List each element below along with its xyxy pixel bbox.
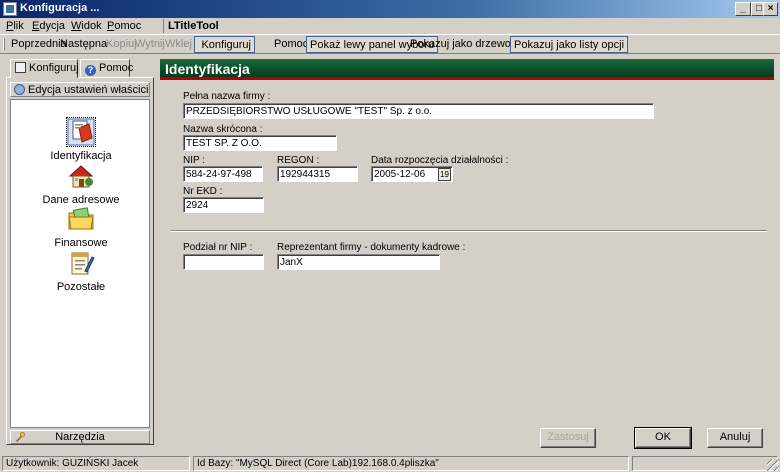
zastosuj-button[interactable]: Zastosuj: [540, 428, 596, 448]
reprezentant-label: Reprezentant firmy - dokumenty kadrowe :: [277, 242, 466, 253]
close-button[interactable]: ×: [763, 2, 778, 16]
menu-pomoc[interactable]: Pomoc: [107, 20, 141, 32]
pelna-nazwa-input[interactable]: [183, 103, 654, 119]
nr-ekd-label: Nr EKD :: [183, 186, 223, 197]
tool-title: LTitleTool: [168, 20, 219, 32]
house-icon: [68, 165, 94, 188]
tab-konfiguruj[interactable]: Konfiguruj: [10, 59, 79, 78]
calendar-icon[interactable]: 19: [438, 168, 451, 181]
minimize-button[interactable]: _: [735, 2, 751, 16]
folder-money-icon: [68, 207, 94, 230]
toolbar-grip[interactable]: [3, 38, 5, 51]
toolbar: Poprzednia Następna Kopiuj Wytnij Wklej …: [0, 34, 780, 54]
status-empty: [632, 456, 778, 471]
menu-bar: Plik Edycja Widok Pomoc LTitleTool: [0, 18, 780, 34]
window-title: Konfiguracja ...: [20, 2, 100, 14]
nav-label-identyfikacja: Identyfikacja: [50, 150, 112, 162]
title-bar[interactable]: Konfiguracja ... _ □ ×: [0, 0, 780, 18]
menu-divider: [163, 19, 164, 33]
nav-item-finansowe[interactable]: Finansowe: [11, 205, 151, 249]
help-icon: ?: [85, 65, 96, 76]
anuluj-button[interactable]: Anuluj: [707, 428, 763, 448]
left-panel: Konfiguruj ? Pomoc Edycja ustawień właści…: [6, 59, 154, 445]
kopiuj-button[interactable]: Kopiuj: [106, 38, 137, 50]
nav-item-pozostale[interactable]: Pozostałe: [11, 249, 151, 293]
ok-button[interactable]: OK: [634, 427, 692, 449]
left-panel-header[interactable]: Edycja ustawień właściciela ...: [10, 82, 150, 97]
nav-label-pozostale: Pozostałe: [56, 281, 106, 293]
status-db: Id Bazy: "MySQL Direct (Core Lab)192.168…: [193, 456, 629, 471]
resize-grip[interactable]: [767, 459, 779, 471]
nip-label: NIP :: [183, 155, 206, 166]
podzial-nip-input[interactable]: [183, 254, 264, 270]
menu-plik[interactable]: Plik: [6, 20, 24, 32]
podzial-nip-label: Podział nr NIP :: [183, 242, 253, 253]
nav-item-dane-adresowe[interactable]: Dane adresowe: [11, 162, 151, 206]
status-user: Użytkownik: GUZIŃSKI Jacek: [2, 456, 190, 471]
pokazuj-listy-button[interactable]: Pokazuj jako listy opcji: [510, 36, 629, 53]
nazwa-skrocona-label: Nazwa skrócona :: [183, 124, 263, 135]
regon-label: REGON :: [277, 155, 320, 166]
poprzednia-button[interactable]: Poprzednia: [11, 38, 67, 50]
data-rozpoczecia-label: Data rozpoczęcia działalności :: [371, 155, 509, 166]
nazwa-skrocona-input[interactable]: [183, 135, 337, 151]
wklej-button[interactable]: Wklej: [165, 38, 192, 50]
menu-edycja[interactable]: Edycja: [32, 20, 65, 32]
wytnij-button[interactable]: Wytnij: [135, 38, 165, 50]
app-icon[interactable]: [3, 2, 17, 16]
narzedzia-bar[interactable]: Narzędzia: [10, 430, 150, 444]
left-panel-box: Edycja ustawień właściciela ... Identyfi…: [6, 77, 154, 445]
identification-icon: [66, 117, 96, 147]
notepad-pencil-icon: [71, 252, 95, 275]
menu-widok[interactable]: Widok: [71, 20, 102, 32]
nastepna-button[interactable]: Następna: [60, 38, 107, 50]
owner-settings-icon: [14, 84, 25, 95]
tools-icon: [16, 432, 25, 442]
tab-konfiguruj-icon: [15, 62, 26, 73]
section-separator: [171, 230, 767, 232]
form-title: Identyfikacja: [160, 59, 774, 80]
regon-input[interactable]: [277, 166, 358, 182]
nav-label-finansowe: Finansowe: [54, 237, 108, 249]
nav-item-identyfikacja[interactable]: Identyfikacja: [11, 117, 151, 162]
konfiguruj-button[interactable]: Konfiguruj: [194, 36, 255, 53]
pomoc-button[interactable]: Pomoc: [274, 38, 308, 50]
nr-ekd-input[interactable]: [183, 197, 264, 213]
pelna-nazwa-label: Pełna nazwa firmy :: [183, 91, 271, 102]
nav-list: Identyfikacja Dane adresowe Finansowe Po…: [10, 99, 150, 428]
status-bar: Użytkownik: GUZIŃSKI Jacek Id Bazy: "MyS…: [0, 455, 780, 472]
reprezentant-input[interactable]: [277, 254, 440, 270]
tab-pomoc[interactable]: ? Pomoc: [80, 59, 133, 77]
nip-input[interactable]: [183, 166, 263, 182]
